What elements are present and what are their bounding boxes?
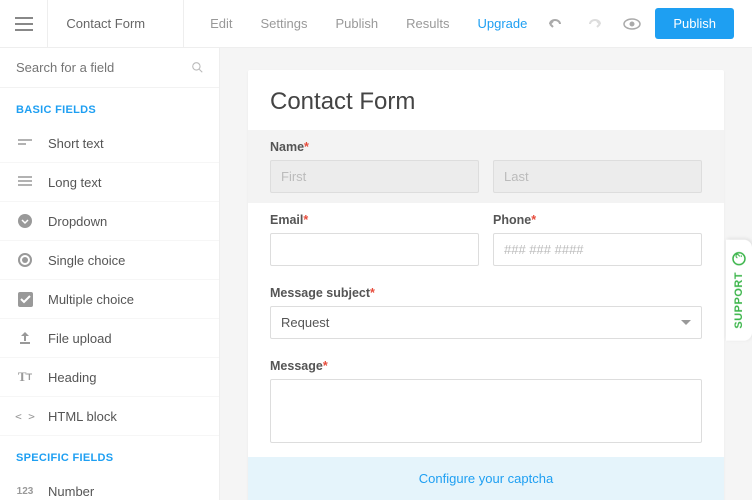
field-file-upload[interactable]: File upload <box>0 319 219 358</box>
form-name: Contact Form <box>48 0 184 47</box>
field-label: File upload <box>48 331 112 346</box>
tab-settings[interactable]: Settings <box>247 0 322 47</box>
preview-button[interactable] <box>617 9 647 39</box>
message-textarea[interactable] <box>270 379 702 443</box>
form-field-email[interactable]: Email* <box>270 213 479 266</box>
svg-text:?: ? <box>734 253 744 259</box>
field-html-block[interactable]: < > HTML block <box>0 397 219 436</box>
email-input[interactable] <box>270 233 479 266</box>
support-tab[interactable]: SUPPORT ? <box>726 240 752 341</box>
field-single-choice[interactable]: Single choice <box>0 241 219 280</box>
message-label: Message* <box>270 359 702 373</box>
field-label: HTML block <box>48 409 117 424</box>
field-dropdown[interactable]: Dropdown <box>0 202 219 241</box>
support-label: SUPPORT <box>733 272 745 329</box>
field-label: Long text <box>48 175 102 190</box>
short-text-icon <box>16 134 34 152</box>
subject-select[interactable]: Request <box>270 306 702 339</box>
tab-publish[interactable]: Publish <box>321 0 392 47</box>
form-field-subject[interactable]: Message subject* Request <box>248 276 724 349</box>
field-heading[interactable]: TT Heading <box>0 358 219 397</box>
chevron-down-icon <box>681 320 691 326</box>
specific-fields-title: SPECIFIC FIELDS <box>0 436 219 472</box>
field-label: Short text <box>48 136 104 151</box>
search-icon <box>192 60 203 75</box>
form-field-message[interactable]: Message* <box>248 349 724 453</box>
name-label: Name* <box>270 140 702 154</box>
tab-upgrade[interactable]: Upgrade <box>463 0 541 47</box>
form-field-phone[interactable]: Phone* <box>493 213 702 266</box>
field-long-text[interactable]: Long text <box>0 163 219 202</box>
basic-fields-title: BASIC FIELDS <box>0 88 219 124</box>
menu-icon <box>15 17 33 31</box>
subject-value: Request <box>281 315 329 330</box>
html-block-icon: < > <box>16 407 34 425</box>
support-icon: ? <box>732 252 746 266</box>
single-choice-icon <box>16 251 34 269</box>
number-icon: 123 <box>16 482 34 500</box>
redo-button[interactable] <box>579 9 609 39</box>
tab-edit[interactable]: Edit <box>196 0 246 47</box>
field-label: Single choice <box>48 253 125 268</box>
phone-label: Phone* <box>493 213 702 227</box>
file-upload-icon <box>16 329 34 347</box>
form-title[interactable]: Contact Form <box>248 70 724 130</box>
undo-icon <box>547 18 565 30</box>
long-text-icon <box>16 173 34 191</box>
captcha-block[interactable]: Configure your captcha <box>248 457 724 500</box>
search-input[interactable] <box>16 60 192 75</box>
field-number[interactable]: 123 Number <box>0 472 219 500</box>
email-label: Email* <box>270 213 479 227</box>
tab-results[interactable]: Results <box>392 0 463 47</box>
menu-button[interactable] <box>0 0 48 47</box>
heading-icon: TT <box>16 368 34 386</box>
first-name-input[interactable] <box>270 160 479 193</box>
field-short-text[interactable]: Short text <box>0 124 219 163</box>
field-label: Multiple choice <box>48 292 134 307</box>
last-name-input[interactable] <box>493 160 702 193</box>
field-multiple-choice[interactable]: Multiple choice <box>0 280 219 319</box>
form-field-name[interactable]: Name* <box>248 130 724 203</box>
field-label: Number <box>48 484 94 499</box>
subject-label: Message subject* <box>270 286 702 300</box>
dropdown-icon <box>16 212 34 230</box>
field-label: Dropdown <box>48 214 107 229</box>
eye-icon <box>623 18 641 30</box>
undo-button[interactable] <box>541 9 571 39</box>
form-field-contact-row: Email* Phone* <box>248 203 724 276</box>
phone-input[interactable] <box>493 233 702 266</box>
publish-button[interactable]: Publish <box>655 8 734 39</box>
multiple-choice-icon <box>16 290 34 308</box>
field-label: Heading <box>48 370 96 385</box>
redo-icon <box>585 18 603 30</box>
